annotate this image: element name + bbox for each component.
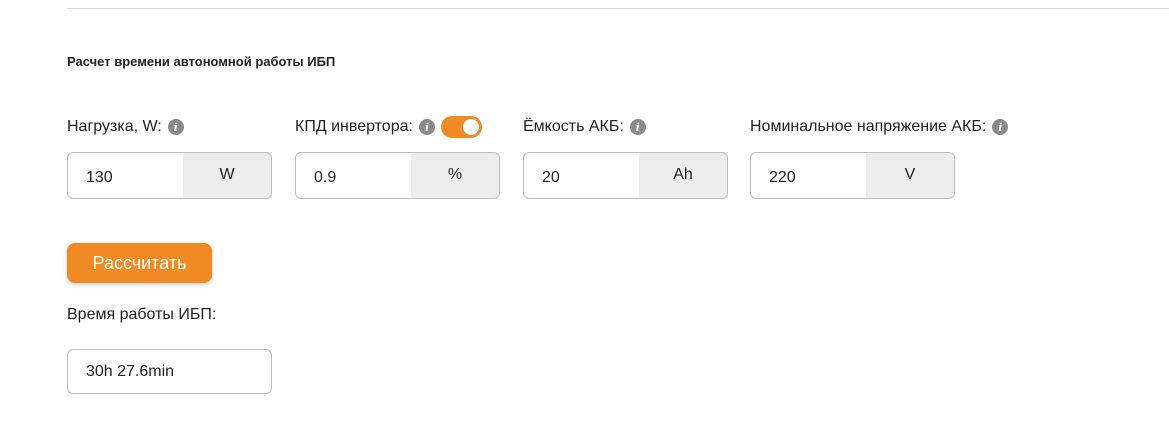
section-title: Расчет времени автономной работы ИБП (67, 54, 336, 69)
efficiency-label-row: КПД инвертора: i (295, 116, 482, 138)
info-icon[interactable]: i (992, 119, 1009, 135)
top-divider (67, 8, 1169, 9)
load-label: Нагрузка, W: (67, 118, 162, 135)
load-input-group: 130 W (67, 152, 272, 199)
efficiency-field: КПД инвертора: i 0.9 % (295, 116, 500, 199)
voltage-input-group: 220 V (750, 152, 955, 199)
load-input[interactable]: 130 (68, 153, 183, 198)
calculate-button[interactable]: Рассчитать (67, 243, 212, 283)
info-icon[interactable]: i (167, 119, 184, 135)
capacity-input[interactable]: 20 (524, 153, 639, 198)
capacity-field: Ёмкость АКБ: i 20 Ah (523, 116, 728, 199)
efficiency-label: КПД инвертора: (295, 118, 413, 135)
voltage-input[interactable]: 220 (751, 153, 866, 198)
load-unit: W (183, 153, 271, 198)
efficiency-unit: % (411, 153, 499, 198)
capacity-unit: Ah (639, 153, 727, 198)
efficiency-toggle[interactable] (440, 116, 482, 138)
load-label-row: Нагрузка, W: i (67, 116, 184, 138)
result-field[interactable]: 30h 27.6min (67, 349, 272, 394)
info-icon[interactable]: i (418, 119, 435, 135)
capacity-input-group: 20 Ah (523, 152, 728, 199)
voltage-field: Номинальное напряжение АКБ: i 220 V (750, 116, 1009, 199)
capacity-label: Ёмкость АКБ: (523, 118, 624, 135)
capacity-label-row: Ёмкость АКБ: i (523, 116, 646, 138)
voltage-label-row: Номинальное напряжение АКБ: i (750, 116, 1009, 138)
toggle-knob (462, 119, 479, 135)
voltage-label: Номинальное напряжение АКБ: (750, 118, 987, 135)
result-label: Время работы ИБП: (67, 306, 217, 323)
efficiency-input-group: 0.9 % (295, 152, 500, 199)
efficiency-input[interactable]: 0.9 (296, 153, 411, 198)
voltage-unit: V (866, 153, 954, 198)
info-icon[interactable]: i (629, 119, 646, 135)
load-field: Нагрузка, W: i 130 W (67, 116, 272, 199)
